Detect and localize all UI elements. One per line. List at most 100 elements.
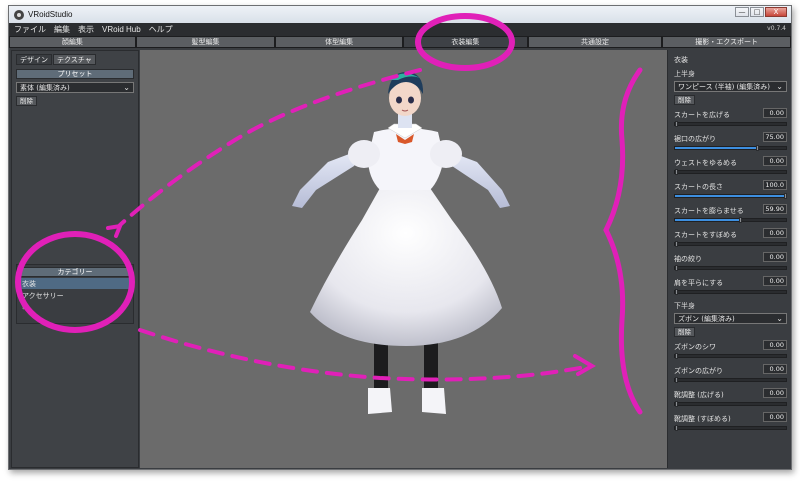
slider-thumb[interactable] [675,401,678,407]
param-slider[interactable] [674,265,787,271]
param-label: 裾口の広がり [674,135,716,143]
upper-body-value: ワンピース (半袖) (編集済み) [678,82,771,91]
tab-hair[interactable]: 髪型編集 [135,36,276,48]
slider-thumb[interactable] [784,193,787,199]
title-bar: VRoidStudio — □ X [9,6,791,23]
menu-help[interactable]: ヘルプ [149,24,173,35]
tab-face[interactable]: 顔編集 [9,36,136,48]
character-model [292,72,510,414]
upper-delete-button[interactable]: 削除 [674,95,695,105]
lower-delete-button[interactable]: 削除 [674,327,695,337]
menu-file[interactable]: ファイル [14,24,46,35]
category-item-outfit[interactable]: 衣装 [19,278,131,289]
param-value-input[interactable]: 0.00 [763,228,787,238]
param-row: ズボンのシワ 0.00 [674,337,787,361]
right-sleeve [430,140,462,168]
param-value-input[interactable]: 0.00 [763,412,787,422]
right-shoe [422,388,446,414]
param-row: 靴調整 (すぼめる) 0.00 [674,409,787,433]
param-row: スカートをすぼめる 0.00 [674,225,787,249]
slider-thumb[interactable] [675,121,678,127]
param-slider[interactable] [674,121,787,127]
param-label: ズボンのシワ [674,343,716,351]
param-row: 裾口の広がり 75.00 [674,129,787,153]
slider-thumb[interactable] [739,217,743,223]
param-slider[interactable] [674,377,787,383]
app-logo-icon [14,9,24,20]
param-value-input[interactable]: 0.00 [763,388,787,398]
param-value-input[interactable]: 75.00 [763,132,787,142]
param-value-input[interactable]: 0.00 [763,340,787,350]
slider-thumb[interactable] [675,169,678,175]
param-slider[interactable] [674,425,787,431]
param-slider[interactable] [674,353,787,359]
slider-thumb[interactable] [675,265,678,271]
param-row: スカートを広げる 0.00 [674,105,787,129]
upper-body-dropdown[interactable]: ワンピース (半袖) (編集済み) ⌄ [674,81,787,92]
param-value-input[interactable]: 0.00 [763,252,787,262]
close-button[interactable]: X [765,7,787,17]
param-row: 靴調整 (広げる) 0.00 [674,385,787,409]
param-label: ズボンの広がり [674,367,723,375]
menu-bar: ファイル 編集 表示 VRoid Hub ヘルプ v0.7.4 [9,23,791,36]
param-value-input[interactable]: 0.00 [763,108,787,118]
param-slider[interactable] [674,289,787,295]
window-title: VRoidStudio [28,10,73,19]
slider-thumb[interactable] [675,289,678,295]
menu-view[interactable]: 表示 [78,24,94,35]
menu-edit[interactable]: 編集 [54,24,70,35]
maximize-button[interactable]: □ [750,7,764,17]
preset-dropdown[interactable]: 素体 (編集済み) ⌄ [16,82,134,93]
param-slider[interactable] [674,217,787,223]
left-sleeve [348,140,380,168]
right-leg [424,340,438,390]
version-label: v0.7.4 [767,25,786,32]
category-item-accessory[interactable]: アクセサリー [19,290,131,301]
param-value-input[interactable]: 0.00 [763,364,787,374]
left-panel: デザイン テクスチャ プリセット 素体 (編集済み) ⌄ 削除 カテゴリー 衣装… [11,50,139,468]
slider-thumb[interactable] [675,353,678,359]
param-row: ズボンの広がり 0.00 [674,361,787,385]
tab-body[interactable]: 体型編集 [275,36,403,48]
slider-thumb[interactable] [675,377,678,383]
dress-skirt [310,185,502,346]
subtab-design[interactable]: デザイン [16,54,52,65]
param-value-input[interactable]: 100.0 [763,180,787,190]
menu-vroid-hub[interactable]: VRoid Hub [102,25,141,34]
3d-viewport[interactable] [140,50,667,468]
param-slider[interactable] [674,193,787,199]
minimize-button[interactable]: — [735,7,749,17]
right-eye [408,96,414,104]
param-label: 靴調整 (すぼめる) [674,415,731,423]
param-slider[interactable] [674,401,787,407]
subtab-texture[interactable]: テクスチャ [53,54,96,65]
category-item-shoes[interactable]: 靴 [19,302,131,311]
preset-delete-button[interactable]: 削除 [16,96,37,106]
lower-body-value: ズボン (編集済み) [678,314,735,323]
param-slider[interactable] [674,241,787,247]
slider-fill [675,147,759,149]
left-leg [374,340,388,390]
preset-value: 素体 (編集済み) [20,83,70,92]
param-value-input[interactable]: 0.00 [763,276,787,286]
param-row: ウェストをゆるめる 0.00 [674,153,787,177]
chevron-down-icon: ⌄ [776,82,783,91]
slider-thumb[interactable] [675,241,678,247]
left-eye [396,96,402,104]
upper-body-label: 上半身 [674,70,695,78]
tab-common[interactable]: 共通設定 [527,36,663,48]
param-label: スカートを広げる [674,111,730,119]
param-slider[interactable] [674,145,787,151]
tab-outfit[interactable]: 衣装編集 [402,36,528,48]
param-row: スカートの長さ 100.0 [674,177,787,201]
category-panel: カテゴリー 衣装 アクセサリー 靴 [16,264,134,324]
mode-tabs: 顔編集 髪型編集 体型編集 衣装編集 共通設定 撮影・エクスポート [9,36,791,48]
slider-thumb[interactable] [756,145,760,151]
lower-body-dropdown[interactable]: ズボン (編集済み) ⌄ [674,313,787,324]
param-value-input[interactable]: 0.00 [763,156,787,166]
param-label: スカートをすぼめる [674,231,737,239]
tab-export[interactable]: 撮影・エクスポート [662,36,791,48]
param-value-input[interactable]: 59.90 [763,204,787,214]
param-slider[interactable] [674,169,787,175]
slider-thumb[interactable] [675,425,678,431]
